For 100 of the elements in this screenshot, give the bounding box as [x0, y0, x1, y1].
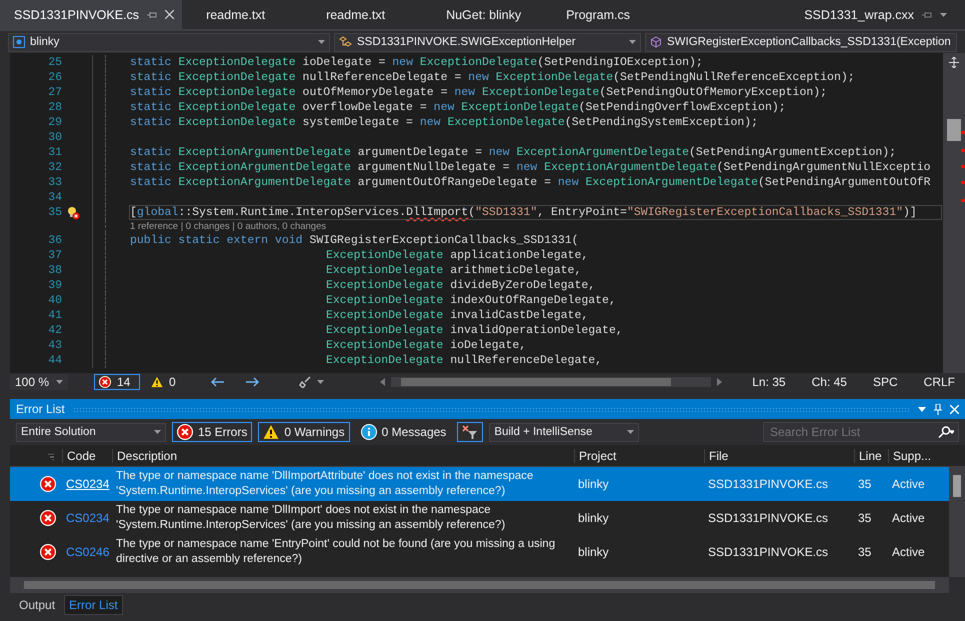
error-description: The type or namespace name 'EntryPoint' could not be found (are you missing a using directive or an assembly reference?): [115, 537, 556, 567]
column-header[interactable]: Description: [112, 448, 574, 462]
horizontal-scrollbar[interactable]: [390, 377, 712, 387]
line-number: 29: [47, 116, 62, 129]
line-number: 43: [47, 339, 62, 352]
search-icon[interactable]: [938, 426, 954, 438]
editor-tab[interactable]: SSD1331PINVOKE.cs: [0, 0, 182, 29]
indent-mode[interactable]: SPC: [872, 375, 898, 389]
column-header[interactable]: Line: [854, 448, 888, 462]
editor-tab[interactable]: Program.cs: [552, 0, 662, 29]
scrollbar-thumb[interactable]: [953, 475, 961, 497]
error-marker: [961, 165, 965, 168]
caret-icon: [56, 380, 63, 384]
scope-dropdown[interactable]: Entire Solution: [16, 422, 166, 442]
scrollbar-thumb[interactable]: [947, 119, 961, 141]
line-number: 25: [47, 56, 62, 69]
error-row[interactable]: CS0234 The type or namespace name 'DllImportAttribute' does not exist in the namespace 'System.Runtime.InteropServices' (are you missing an assembly reference?) blinky SSD1331PINVOKE.cs 35 Active: [10, 467, 949, 501]
line-number: 38: [47, 264, 62, 277]
column-header[interactable]: File: [704, 448, 854, 462]
brush-icon[interactable]: [298, 376, 311, 388]
line-number: 33: [47, 176, 62, 189]
line-endings[interactable]: CRLF: [924, 375, 955, 389]
code-line: public static extern void SWIGRegisterExceptionCallbacks_SSD1331(: [130, 234, 580, 247]
pin-icon[interactable]: [922, 10, 932, 18]
split-icon[interactable]: [949, 57, 959, 68]
sort-icon[interactable]: [48, 454, 54, 460]
code-line: static ExceptionDelegate systemDelegate = new ExceptionDelegate(SetPendingSystemException);: [130, 116, 760, 129]
column-header[interactable]: Code: [62, 448, 112, 462]
scroll-left-icon[interactable]: [380, 378, 385, 386]
line-number: 30: [47, 131, 62, 144]
file-cell-text: SSD1331PINVOKE.cs: [707, 510, 830, 526]
scrollbar-thumb[interactable]: [400, 378, 671, 386]
member-dropdown[interactable]: SWIGRegisterExceptionCallbacks_SSD1331(Exception: [645, 32, 957, 52]
error-code-link[interactable]: CS0234: [62, 511, 112, 525]
caret-icon[interactable]: [918, 406, 926, 412]
filter-toggle[interactable]: 15 Errors: [172, 422, 252, 442]
code-line: ExceptionDelegate indexOutOfRangeDelegate,: [325, 294, 617, 307]
codelens-text[interactable]: 1 reference | 0 changes | 0 authors, 0 changes: [130, 221, 326, 232]
line-number: 34: [47, 191, 62, 204]
line-number: 26: [47, 71, 62, 84]
code-line: ExceptionDelegate nullReferenceDelegate,: [325, 354, 604, 367]
editor-tab[interactable]: NuGet: blinky: [432, 0, 542, 29]
error-marker: [961, 199, 965, 202]
panel-tab[interactable]: Error List: [64, 595, 123, 615]
code-line: ExceptionDelegate invalidOperationDelegate,: [325, 324, 624, 337]
line-number: 35: [47, 206, 62, 219]
line-cell-text: 35: [857, 476, 872, 492]
line-number: 39: [47, 279, 62, 292]
vertical-scrollbar[interactable]: [943, 53, 965, 373]
code-line: static ExceptionArgumentDelegate argumentDelegate = new ExceptionArgumentDelegate(SetPendingArgumentException);: [130, 146, 898, 159]
filter-icon: [462, 425, 478, 439]
search-field[interactable]: Search Error List: [768, 424, 932, 440]
type-dropdown[interactable]: SSD1331PINVOKE.SWIGExceptionHelper: [334, 32, 641, 52]
error-code-link[interactable]: CS0246: [62, 545, 112, 559]
line-number: 42: [47, 324, 62, 337]
zoom-dropdown[interactable]: 100 %: [10, 374, 68, 390]
column-position: Ch: 45: [812, 375, 847, 389]
file-cell-text: SSD1331PINVOKE.cs: [707, 476, 830, 492]
preview-tab[interactable]: SSD1331_wrap.cxx: [790, 0, 955, 29]
project-dropdown[interactable]: blinky: [8, 32, 330, 52]
code-line: [global::System.Runtime.InteropServices.DllImport("SSD1331", EntryPoint="SWIGRegisterExceptionCallbacks_SSD1331")]: [130, 206, 941, 219]
forward-arrow-icon[interactable]: [244, 377, 259, 387]
panel-tab[interactable]: Output: [14, 595, 60, 615]
error-marker: [961, 149, 965, 152]
suppression-cell-text: Active: [891, 544, 926, 560]
caret-icon: [318, 40, 325, 44]
vertical-scrollbar[interactable]: [949, 467, 965, 577]
error-code-link[interactable]: CS0234: [62, 477, 112, 491]
lightbulb-error-icon[interactable]: [66, 206, 80, 220]
pin-icon[interactable]: [147, 10, 158, 18]
line-number: 28: [47, 101, 62, 114]
editor-tab[interactable]: readme.txt: [192, 0, 302, 29]
line-number: 40: [47, 294, 62, 307]
close-icon[interactable]: [165, 10, 174, 19]
code-line: static ExceptionDelegate nullReferenceDelegate = new ExceptionDelegate(SetPendingNullReferenceException);: [130, 71, 856, 84]
column-header[interactable]: Supp...: [888, 448, 936, 462]
line-number: 37: [47, 249, 62, 262]
code-line: static ExceptionDelegate outOfMemoryDelegate = new ExceptionDelegate(SetPendingOutOfMemoryException);: [130, 86, 828, 99]
filter-toggle[interactable]: 0 Messages: [356, 422, 452, 442]
filter-button[interactable]: [457, 422, 484, 442]
caret-icon: [629, 40, 636, 44]
back-arrow-icon[interactable]: [210, 377, 225, 387]
error-count-button[interactable]: 14: [94, 374, 140, 390]
code-line: static ExceptionDelegate ioDelegate = new ExceptionDelegate(SetPendingIOException);: [130, 56, 704, 69]
horizontal-scrollbar[interactable]: [10, 577, 949, 593]
column-header[interactable]: Project: [574, 448, 704, 462]
error-marker: [961, 181, 965, 184]
line-number: 41: [47, 309, 62, 322]
filter-toggle[interactable]: 0 Warnings: [258, 422, 350, 442]
code-line: static ExceptionArgumentDelegate argumentNullDelegate = new ExceptionArgumentDelegate(SetPendingArgumentNullExceptio: [130, 161, 932, 174]
source-dropdown[interactable]: Build + IntelliSense: [489, 422, 640, 442]
caret-icon: [154, 430, 161, 434]
search-box[interactable]: Search Error List: [763, 422, 959, 442]
scroll-right-icon[interactable]: [717, 378, 722, 386]
warning-count-button[interactable]: 0: [146, 374, 181, 390]
editor-tab[interactable]: readme.txt: [312, 0, 422, 29]
code-line: static ExceptionDelegate overflowDelegate = new ExceptionDelegate(SetPendingOverflowException);: [130, 101, 787, 114]
error-marker: [961, 131, 965, 134]
scrollbar-thumb[interactable]: [24, 581, 935, 589]
file-cell-text: SSD1331PINVOKE.cs: [707, 544, 830, 560]
